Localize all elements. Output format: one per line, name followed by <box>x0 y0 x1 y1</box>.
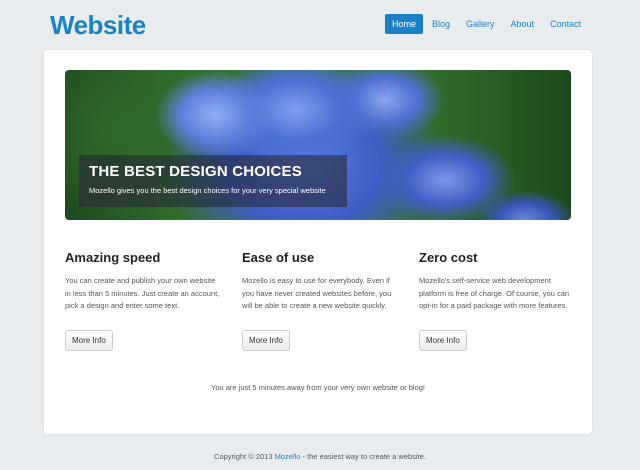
feature-title: Zero cost <box>419 250 478 265</box>
hero-caption: THE BEST DESIGN CHOICES Mozello gives yo… <box>79 155 347 207</box>
nav-home[interactable]: Home <box>385 14 424 34</box>
main-nav: Home Blog Gallery About Contact <box>385 14 590 34</box>
more-info-button[interactable]: More Info <box>419 330 467 351</box>
feature-text: Mozello is easy to use for everybody. Ev… <box>242 276 392 310</box>
footer: Copyright © 2013 Mozello - the easiest w… <box>0 452 640 461</box>
feature-text: You can create and publish your own webs… <box>65 276 220 310</box>
hero-subtitle: Mozello gives you the best design choice… <box>89 186 326 195</box>
nav-about[interactable]: About <box>504 14 542 34</box>
feature-text: Mozello's self-service web development p… <box>419 276 570 310</box>
footer-copyright: Copyright © 2013 <box>214 452 273 461</box>
feature-speed: Amazing speed You can create and publish… <box>65 250 220 351</box>
tagline: You are just 5 minutes away from your ve… <box>211 383 425 392</box>
more-info-button[interactable]: More Info <box>242 330 290 351</box>
content-card: THE BEST DESIGN CHOICES Mozello gives yo… <box>44 50 592 434</box>
hero-banner: THE BEST DESIGN CHOICES Mozello gives yo… <box>65 70 571 220</box>
feature-title: Amazing speed <box>65 250 161 265</box>
feature-ease: Ease of use Mozello is easy to use for e… <box>242 250 397 351</box>
more-info-button[interactable]: More Info <box>65 330 113 351</box>
nav-gallery[interactable]: Gallery <box>459 14 502 34</box>
footer-link-mozello[interactable]: Mozello <box>275 452 301 461</box>
feature-cost: Zero cost Mozello's self-service web dev… <box>419 250 574 351</box>
feature-title: Ease of use <box>242 250 315 265</box>
nav-contact[interactable]: Contact <box>543 14 588 34</box>
site-logo[interactable]: Website <box>50 10 146 41</box>
hero-title: THE BEST DESIGN CHOICES <box>89 163 302 180</box>
footer-suffix: - the easiest way to create a website. <box>302 452 426 461</box>
nav-blog[interactable]: Blog <box>425 14 457 34</box>
